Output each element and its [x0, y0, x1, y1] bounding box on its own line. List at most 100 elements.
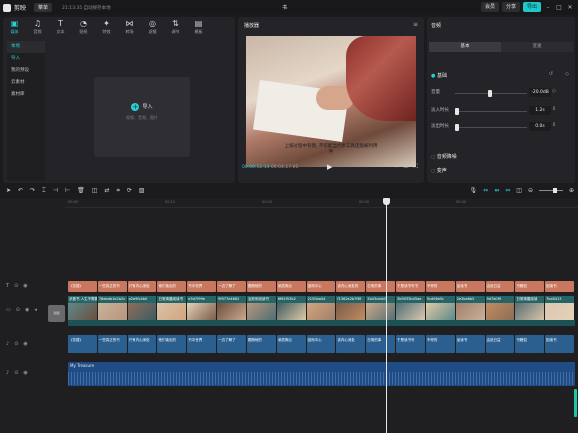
- tool-transition[interactable]: ⋈ 转场: [118, 17, 141, 39]
- sidebar-item-presets[interactable]: 我的预设: [7, 65, 45, 77]
- sidebar-item-library[interactable]: 素材库: [7, 89, 45, 101]
- video-clip-thumbnail[interactable]: [276, 303, 306, 320]
- video-clip-thumbnail[interactable]: [187, 303, 217, 320]
- video-clip-label[interactable]: 9f077e4662: [217, 296, 246, 303]
- video-clip-thumbnail[interactable]: [425, 303, 455, 320]
- text-clip[interactable]: 一些真正的书: [97, 281, 127, 292]
- video-clip-thumbnail[interactable]: [485, 303, 515, 320]
- lock-icon[interactable]: ⊙: [14, 341, 18, 347]
- audio-clip[interactable]: 品读书: [455, 335, 485, 353]
- denoise-option[interactable]: ◻ 音频降噪: [431, 153, 457, 160]
- minimize-icon[interactable]: –: [544, 4, 552, 11]
- volume-value[interactable]: -20.0dB: [529, 88, 551, 97]
- text-clip[interactable]: 书中世界: [187, 281, 217, 292]
- vertical-scrollbar[interactable]: [574, 389, 577, 417]
- zoom-slider[interactable]: [538, 188, 563, 193]
- audio-clip[interactable]: 一些真正的书: [97, 335, 127, 353]
- menu-icon[interactable]: ≡: [413, 21, 418, 28]
- close-icon[interactable]: ✕: [566, 4, 574, 11]
- audio-clip[interactable]: 于是读书写: [396, 335, 425, 353]
- fadein-slider[interactable]: [455, 111, 527, 112]
- text-clip[interactable]: 不停的: [425, 281, 455, 292]
- video-clip-thumbnail[interactable]: [455, 303, 485, 320]
- fadein-value[interactable]: 1.2s: [529, 106, 551, 115]
- audio-clip[interactable]: 书籍如: [515, 335, 545, 353]
- volume-icon[interactable]: ◉: [23, 370, 27, 376]
- ratio-icon[interactable]: ▭: [403, 163, 409, 171]
- eye-icon[interactable]: ◉: [23, 283, 27, 289]
- image-icon[interactable]: ▨: [139, 187, 145, 195]
- video-preview[interactable]: 上坡过程中有我, 不仅能当代步工具还能被利用件: [246, 36, 416, 167]
- tab-speed[interactable]: 变速: [501, 42, 573, 52]
- text-clip[interactable]: 因而中心: [306, 281, 336, 292]
- video-clip-thumbnail[interactable]: [306, 303, 336, 320]
- reverse-icon[interactable]: ⇄: [104, 187, 109, 195]
- video-clip-thumbnail[interactable]: [336, 303, 366, 320]
- sidebar-item-import[interactable]: 导入: [7, 53, 45, 65]
- video-clip-label[interactable]: 2150ba04: [306, 296, 336, 303]
- text-clip[interactable]: 书籍如: [515, 281, 545, 292]
- link-icon[interactable]: ⇔: [483, 187, 488, 194]
- tool-template[interactable]: ▤ 模板: [187, 17, 210, 39]
- crop-tool-icon[interactable]: ⌗: [117, 187, 120, 195]
- volume-knob[interactable]: [488, 90, 492, 97]
- tool-adjust[interactable]: ⇅ 调节: [164, 17, 187, 39]
- checkbox-icon[interactable]: ●: [431, 73, 435, 79]
- tool-media[interactable]: ▣ 媒体: [3, 17, 26, 39]
- video-clip-label[interactable]: 治愈系阅读书: [246, 296, 276, 303]
- checkbox-icon[interactable]: ◻: [431, 154, 435, 160]
- lock-icon[interactable]: ⊙: [14, 283, 18, 289]
- text-clip[interactable]: 日常的事: [366, 281, 396, 292]
- keyframe-icon[interactable]: ◇: [565, 71, 569, 77]
- video-clip-label[interactable]: 浓墨书 人生不需要: [68, 296, 97, 303]
- lock-icon[interactable]: ⊙: [16, 307, 20, 313]
- text-clip[interactable]: 于是读书写书: [396, 281, 425, 292]
- tool-filter[interactable]: ◎ 滤镜: [141, 17, 164, 39]
- video-clip-label[interactable]: 9d7b0f9: [485, 296, 515, 303]
- tool-effects[interactable]: ✦ 特效: [95, 17, 118, 39]
- cover-thumbnail[interactable]: 封面: [48, 305, 65, 322]
- tool-sticker[interactable]: ◔ 贴纸: [72, 17, 95, 39]
- audio-clip[interactable]: 因读书: [545, 335, 574, 353]
- text-clip[interactable]: 跟随他的: [246, 281, 276, 292]
- video-clip-label[interactable]: 2e2ba6b5: [455, 296, 485, 303]
- text-clip[interactable]: 他们读出的: [157, 281, 187, 292]
- fullscreen-icon[interactable]: ⛶: [414, 163, 418, 171]
- video-clip-thumbnail[interactable]: [68, 303, 97, 320]
- fadeout-slider[interactable]: [455, 127, 527, 128]
- video-clip-label[interactable]: 2b43cedd3: [366, 296, 396, 303]
- play-button[interactable]: ▶: [327, 163, 332, 171]
- time-ruler[interactable]: 00:00 00:10 00:20 00:30 00:40: [65, 199, 578, 208]
- delete-icon[interactable]: 🗑: [77, 187, 85, 195]
- video-clip-label[interactable]: 78ebdb1b2b2c: [97, 296, 127, 303]
- audio-clip[interactable]: 深居简出: [276, 335, 306, 353]
- project-title[interactable]: 书: [282, 4, 287, 11]
- audio-clip[interactable]: 因而中心: [306, 335, 336, 353]
- maximize-icon[interactable]: □: [555, 4, 563, 11]
- preview-axis-icon[interactable]: ◫: [516, 187, 522, 194]
- rotate-icon[interactable]: ⟳: [127, 187, 132, 195]
- split-left-icon[interactable]: ⊣: [53, 187, 58, 195]
- snap-icon[interactable]: ⇹: [494, 187, 499, 194]
- video-clip-thumbnail[interactable]: [396, 303, 425, 320]
- zoom-out-icon[interactable]: ⊖: [528, 187, 533, 194]
- video-clip-thumbnail[interactable]: [366, 303, 396, 320]
- audio-clip[interactable]: 跟随他的: [246, 335, 276, 353]
- video-clip-thumbnail[interactable]: [545, 303, 574, 320]
- sidebar-item-cloud[interactable]: 云素材: [7, 77, 45, 89]
- microphone-icon[interactable]: 🎙: [470, 187, 478, 194]
- video-clip-label[interactable]: 日常清晨阅读书: [157, 296, 187, 303]
- text-clip[interactable]: 深居简出: [276, 281, 306, 292]
- audio-clip[interactable]: 由品日益: [485, 335, 515, 353]
- select-icon[interactable]: ➤: [6, 187, 11, 195]
- text-clip[interactable]: 只有内心深处: [127, 281, 157, 292]
- export-button[interactable]: 导出: [522, 2, 541, 12]
- playhead-handle[interactable]: [383, 198, 390, 205]
- text-clip[interactable]: 由品日益: [485, 281, 515, 292]
- video-clip-thumbnail[interactable]: [157, 303, 187, 320]
- crop-icon[interactable]: ⌗: [395, 163, 398, 171]
- text-clip[interactable]: 品读书: [455, 281, 485, 292]
- audio-clip[interactable]: 他们读出的: [157, 335, 187, 353]
- voice-change-option[interactable]: ◻ 变声: [431, 167, 447, 174]
- tool-text[interactable]: T 文本: [49, 17, 72, 39]
